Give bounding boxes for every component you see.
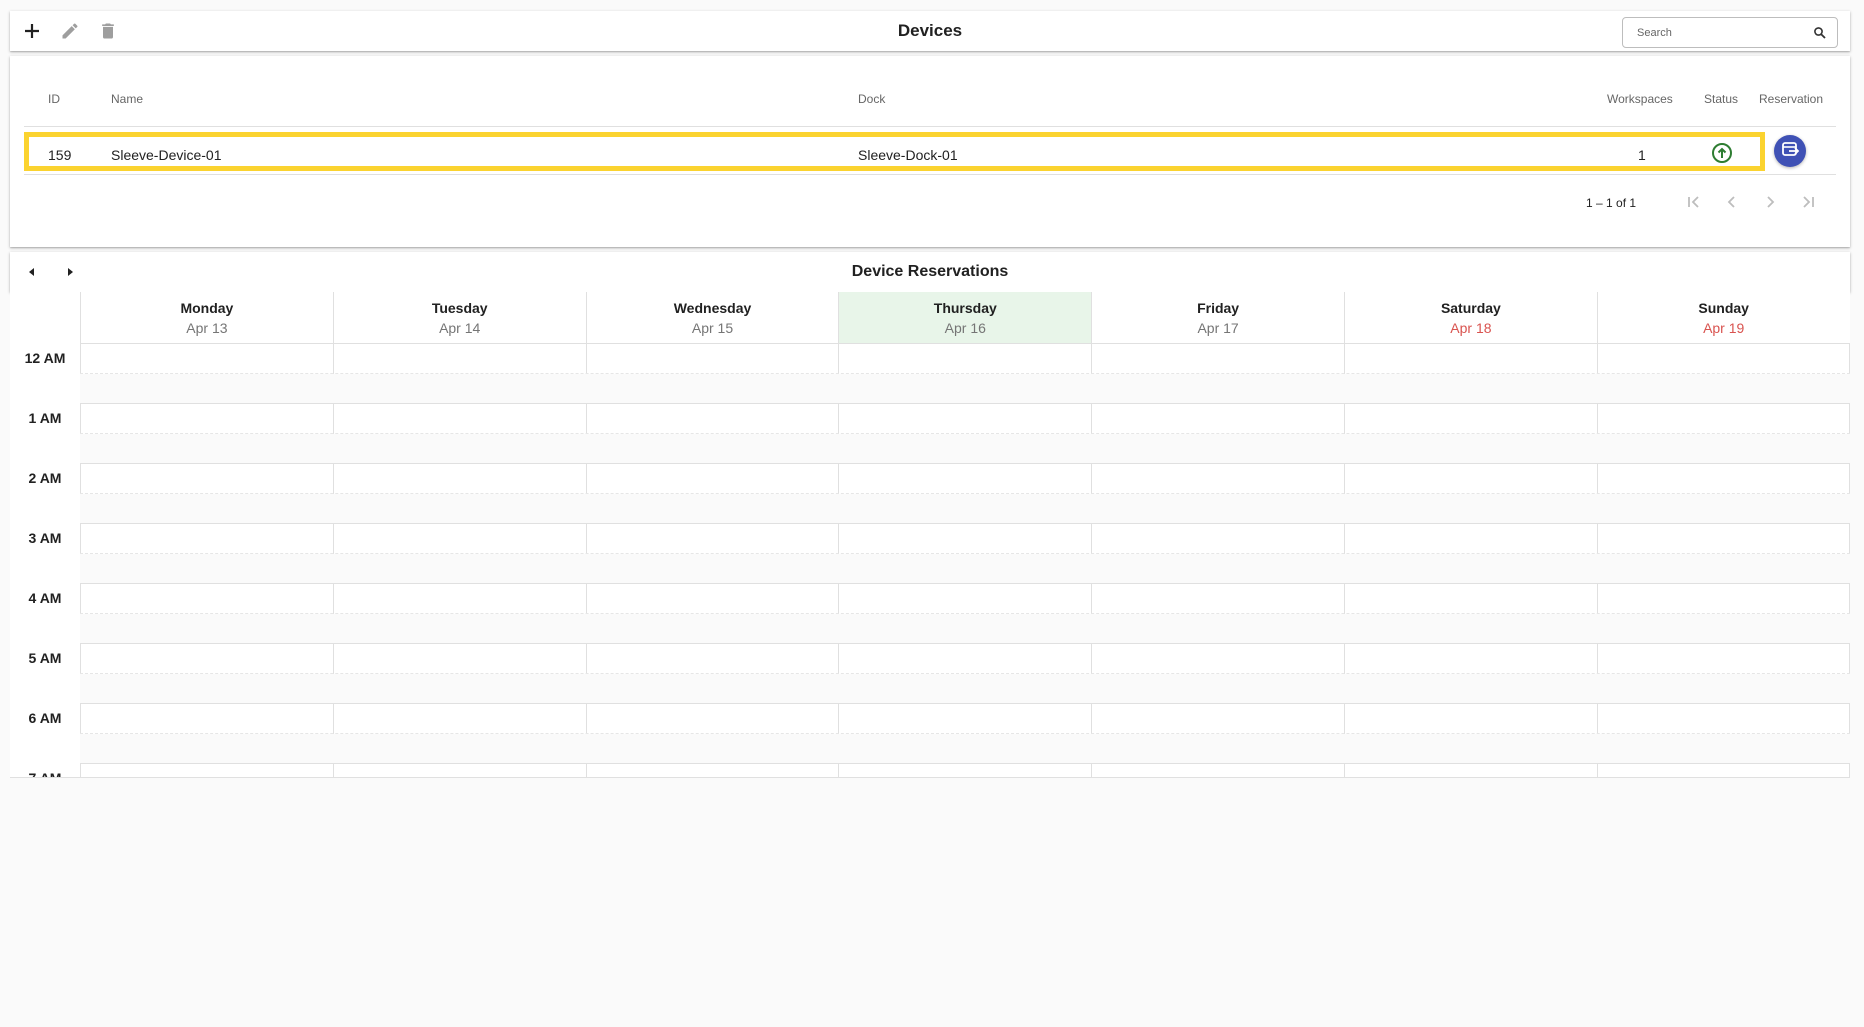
day-date: Apr 13 bbox=[186, 320, 228, 336]
previous-page-icon[interactable] bbox=[1720, 190, 1744, 214]
day-date: Apr 19 bbox=[1703, 320, 1745, 336]
devices-table: ID Name Dock Workspaces Status Reservati… bbox=[10, 56, 1850, 247]
reservation-button[interactable] bbox=[1774, 135, 1806, 167]
day-date: Apr 18 bbox=[1450, 320, 1492, 336]
column-header-status[interactable]: Status bbox=[1704, 92, 1738, 106]
next-week-icon[interactable] bbox=[60, 262, 80, 282]
day-header-monday: Monday Apr 13 bbox=[80, 292, 333, 344]
day-date: Apr 15 bbox=[691, 320, 734, 336]
device-id: 159 bbox=[48, 147, 72, 163]
day-date: Apr 16 bbox=[944, 320, 986, 336]
time-slot[interactable] bbox=[80, 374, 1850, 404]
day-header-wednesday: Wednesday Apr 15 bbox=[585, 292, 839, 344]
day-header-tuesday: Tuesday Apr 14 bbox=[332, 292, 586, 344]
time-slot[interactable] bbox=[80, 734, 1850, 764]
day-name: Monday bbox=[180, 300, 234, 316]
row-divider bbox=[24, 174, 1836, 175]
last-page-icon[interactable] bbox=[1796, 190, 1820, 214]
add-icon[interactable] bbox=[20, 19, 44, 43]
paginator-range: 1 – 1 of 1 bbox=[1586, 196, 1637, 210]
device-workspaces: 1 bbox=[1638, 147, 1646, 163]
day-date: Apr 14 bbox=[439, 320, 481, 336]
time-slot[interactable] bbox=[80, 644, 1850, 674]
device-dock: Sleeve-Dock-01 bbox=[858, 147, 958, 163]
page-title: Devices bbox=[897, 21, 963, 40]
hour-label: 4 AM bbox=[28, 590, 62, 606]
header-divider bbox=[24, 126, 1836, 127]
time-slot[interactable] bbox=[80, 434, 1850, 464]
hour-label: 2 AM bbox=[28, 470, 62, 486]
next-page-icon[interactable] bbox=[1758, 190, 1782, 214]
time-slot[interactable] bbox=[80, 344, 1850, 374]
hour-label: 3 AM bbox=[28, 530, 62, 546]
search-box[interactable] bbox=[1622, 17, 1838, 48]
time-slot[interactable] bbox=[80, 464, 1850, 494]
time-slot[interactable] bbox=[80, 764, 1850, 777]
column-header-name[interactable]: Name bbox=[111, 92, 143, 106]
time-slot[interactable] bbox=[80, 674, 1850, 704]
hour-label: 7 AM bbox=[28, 770, 62, 778]
time-slot[interactable] bbox=[80, 404, 1850, 434]
time-slot[interactable] bbox=[80, 704, 1850, 734]
day-header-friday: Friday Apr 17 bbox=[1091, 292, 1344, 344]
hour-label: 5 AM bbox=[28, 650, 62, 666]
day-header-sunday: Sunday Apr 19 bbox=[1596, 292, 1850, 344]
day-header-thursday: Thursday Apr 16 bbox=[838, 292, 1092, 344]
search-input[interactable] bbox=[1623, 18, 1803, 47]
devices-toolbar: Devices bbox=[10, 11, 1850, 51]
day-date: Apr 17 bbox=[1197, 320, 1239, 336]
column-header-dock[interactable]: Dock bbox=[858, 92, 885, 106]
day-name: Thursday bbox=[933, 300, 997, 316]
search-icon[interactable] bbox=[1813, 26, 1827, 40]
arrow-up-circle-icon bbox=[1711, 142, 1733, 164]
day-name: Friday bbox=[1197, 300, 1240, 316]
calendar-arrow-icon bbox=[1781, 140, 1800, 163]
column-header-id[interactable]: ID bbox=[48, 92, 60, 106]
column-header-workspaces[interactable]: Workspaces bbox=[1607, 92, 1673, 106]
calendar-title: Device Reservations bbox=[851, 263, 1009, 280]
edit-icon[interactable] bbox=[58, 19, 82, 43]
delete-icon[interactable] bbox=[96, 19, 120, 43]
calendar-toolbar: Device Reservations bbox=[10, 252, 1850, 292]
previous-week-icon[interactable] bbox=[22, 262, 42, 282]
column-header-reservation[interactable]: Reservation bbox=[1759, 92, 1823, 106]
device-name: Sleeve-Device-01 bbox=[111, 147, 222, 163]
time-slot[interactable] bbox=[80, 494, 1850, 524]
day-name: Saturday bbox=[1440, 300, 1501, 316]
hour-label: 6 AM bbox=[28, 710, 62, 726]
hour-label: 1 AM bbox=[28, 410, 62, 426]
day-header-saturday: Saturday Apr 18 bbox=[1344, 292, 1597, 344]
hour-label: 12 AM bbox=[24, 350, 66, 366]
day-name: Sunday bbox=[1698, 300, 1749, 316]
time-slot[interactable] bbox=[80, 524, 1850, 554]
day-name: Tuesday bbox=[431, 300, 488, 316]
first-page-icon[interactable] bbox=[1682, 190, 1706, 214]
day-name: Wednesday bbox=[673, 300, 752, 316]
week-calendar: Monday Apr 13 Tuesday Apr 14 Wednesday Apr 15… bbox=[10, 292, 1850, 778]
time-slot[interactable] bbox=[80, 554, 1850, 584]
time-slot[interactable] bbox=[80, 584, 1850, 614]
time-slot[interactable] bbox=[80, 614, 1850, 644]
